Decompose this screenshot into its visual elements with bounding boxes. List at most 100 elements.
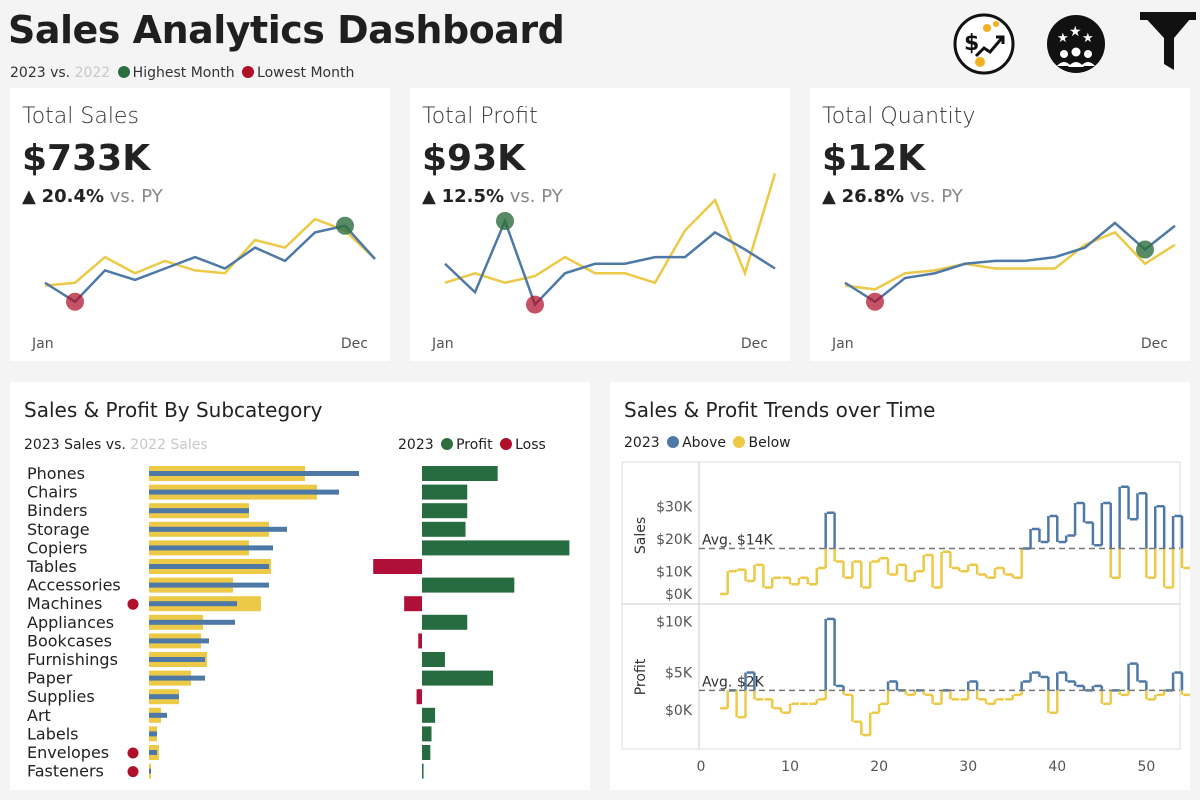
sales-2023-bar[interactable] [149,657,205,662]
x-end-label: Dec [741,336,768,352]
sales-2023-bar[interactable] [149,731,157,737]
x-tick-label: 10 [781,759,799,775]
sales-2023-bar[interactable] [149,750,157,755]
subcategory-panel: Sales & Profit By Subcategory 2023 Sales… [10,382,590,790]
subcategory-label: Envelopes [27,743,109,762]
subcategory-label: Appliances [27,613,114,632]
x-end-label: Dec [1141,336,1168,352]
x-tick-label: 40 [1048,759,1066,775]
x-tick-label: 50 [1137,759,1155,775]
subcategory-label: Chairs [27,483,77,502]
sales-2023-bar[interactable] [149,564,269,569]
sales-2023-bar[interactable] [149,638,209,644]
average-label: Avg. $14K [702,533,774,549]
y-axis-title: Profit [633,658,649,695]
svg-text:★: ★ [1069,24,1082,40]
lowest-month-marker[interactable] [66,292,84,311]
profit-bar[interactable] [422,577,515,593]
sales-2023-bar[interactable] [149,545,273,551]
sales-2023-bar[interactable] [149,675,205,681]
sales-2023-bar[interactable] [149,712,167,718]
subcategory-label: Phones [27,464,85,483]
profit-bar[interactable] [422,540,570,556]
loss-marker [127,766,139,778]
subcategory-label: Storage [27,520,90,539]
kpi-sparkline: Jan Dec [31,216,376,352]
loss-marker [127,747,139,759]
y-tick-label: $10K [656,615,693,631]
loss-marker [127,598,139,610]
sales-2023-bar[interactable] [149,489,339,495]
x-tick-label: 0 [697,759,706,775]
sales-2023-bar[interactable] [149,619,235,625]
sales-2023-bar[interactable] [149,471,359,476]
loss-bar[interactable] [416,689,422,705]
profit-bar[interactable] [422,466,498,481]
prior-year-line [444,173,777,285]
profit-bar[interactable] [422,670,494,686]
subcategory-label: Furnishings [27,650,118,669]
loss-bar[interactable] [418,633,422,649]
subcategory-label: Paper [27,669,73,688]
subcategory-label: Art [27,706,51,725]
sales-2023-bar[interactable] [149,694,179,700]
sales-2023-bar[interactable] [149,768,151,774]
sales-2023-bar[interactable] [149,526,287,532]
svg-text:★: ★ [1082,31,1094,46]
average-label: Avg. $2K [702,674,765,690]
svg-text:$: $ [964,31,979,56]
profit-bar[interactable] [422,614,468,630]
trends-panel: Sales & Profit Trends over Time 2023 Abo… [610,382,1190,790]
year-current: 2023 [10,65,46,81]
trends-frame [621,461,1181,750]
lowest-dot-icon [242,66,255,78]
kpi-panel: Total Sales $733K ▲ 20.4% vs. PY Jan Dec [10,88,390,361]
profit-bar[interactable] [422,521,466,537]
sales-growth-icon[interactable]: $ [952,12,1016,76]
x-start-label: Jan [31,336,54,352]
filter-funnel-icon[interactable] [1136,8,1200,72]
x-end-label: Dec [341,336,368,352]
y-tick-label: $10K [656,564,693,580]
highest-month-marker[interactable] [336,216,354,235]
current-year-line [444,217,776,307]
svg-text:★: ★ [1057,31,1069,46]
highest-month-marker[interactable] [496,212,514,230]
loss-bar[interactable] [404,596,422,612]
year-prior: 2022 [74,65,111,81]
profit-bar[interactable] [422,726,432,742]
y-tick-label: $5K [665,666,693,682]
highest-month-marker[interactable] [1136,240,1154,259]
subcategory-label: Bookcases [27,631,112,650]
profit-bar[interactable] [422,503,468,519]
profit-bar[interactable] [422,652,445,667]
kpi-sparkline: Jan Dec [431,173,777,352]
x-tick-label: 20 [870,759,888,775]
profit-bar[interactable] [422,745,431,760]
lowest-label: Lowest Month [257,65,355,81]
subcategory-label: Fasteners [27,762,104,781]
highest-label: Highest Month [132,65,235,81]
page-title: Sales Analytics Dashboard [8,8,565,52]
lowest-month-marker[interactable] [866,292,884,311]
y-tick-label: $0K [665,587,693,603]
kpi-sparkline: Jan Dec [831,221,1176,352]
y-tick-label: $0K [665,703,693,719]
profit-bar[interactable] [422,763,424,779]
kpi-panel: Total Profit $93K ▲ 12.5% vs. PY Jan Dec [410,88,790,361]
lowest-month-marker[interactable] [526,295,544,314]
profit-bar[interactable] [422,484,468,500]
sales-2023-bar[interactable] [149,601,237,607]
y-tick-label: $30K [656,499,693,515]
sales-2023-bar[interactable] [149,582,269,588]
sales-2023-bar[interactable] [149,508,249,514]
vs-label: vs. [50,65,71,81]
x-tick-label: 30 [959,759,977,775]
loss-bar[interactable] [373,559,422,574]
subcategory-label: Accessories [27,576,121,595]
profit-bar[interactable] [422,707,436,723]
subcategory-label: Binders [27,501,87,520]
x-start-label: Jan [431,336,454,352]
x-start-label: Jan [831,336,854,352]
customers-stars-icon[interactable]: ★ ★ ★ [1044,12,1108,76]
